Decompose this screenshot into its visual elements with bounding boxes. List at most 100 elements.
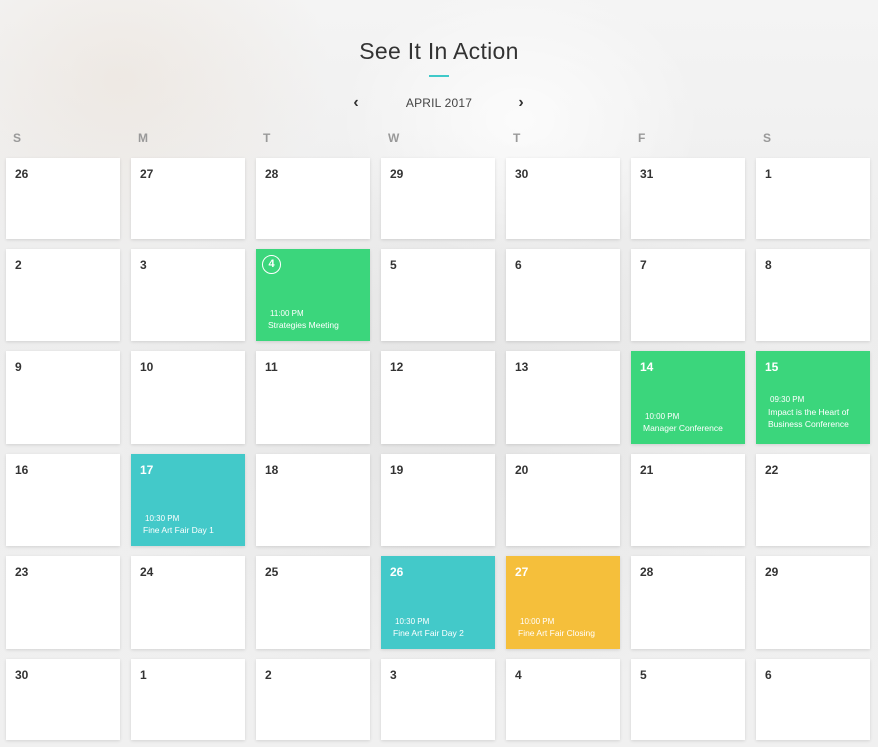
day-number: 15 (765, 360, 779, 374)
calendar-day-cell[interactable]: 16 (6, 454, 120, 546)
calendar-day-cell[interactable]: 3 (131, 249, 245, 341)
day-number: 28 (640, 565, 654, 579)
day-number: 6 (515, 258, 522, 272)
calendar-day-cell[interactable]: 1 (131, 659, 245, 740)
calendar-event-cell[interactable]: 15 09:30 PM Impact is the Heart of Busines… (756, 351, 870, 444)
event-title[interactable]: Fine Art Fair Day 1 (143, 524, 239, 536)
day-number: 28 (265, 167, 279, 181)
calendar-day-cell[interactable]: 2 (256, 659, 370, 740)
calendar-day-cell[interactable]: 26 (6, 158, 120, 239)
calendar-day-cell[interactable]: 21 (631, 454, 745, 546)
calendar-day-cell[interactable]: 29 (756, 556, 870, 649)
day-number: 31 (640, 167, 654, 181)
calendar-day-cell[interactable]: 6 (506, 249, 620, 341)
month-label: APRIL 2017 (405, 96, 473, 110)
calendar-day-cell[interactable]: 8 (756, 249, 870, 341)
calendar-day-cell[interactable]: 18 (256, 454, 370, 546)
event-title[interactable]: Fine Art Fair Day 2 (393, 627, 489, 639)
day-number: 13 (515, 360, 529, 374)
today-day-number: 4 (262, 255, 281, 274)
day-number: 23 (15, 565, 29, 579)
day-number: 18 (265, 463, 279, 477)
calendar-day-cell[interactable]: 12 (381, 351, 495, 444)
event-time: 10:00 PM (645, 412, 680, 421)
calendar-day-cell[interactable]: 30 (506, 158, 620, 239)
day-number: 25 (265, 565, 279, 579)
day-number: 29 (390, 167, 404, 181)
calendar-day-cell[interactable]: 4 (506, 659, 620, 740)
day-number: 12 (390, 360, 404, 374)
month-navigation: ‹ APRIL 2017 › (0, 94, 878, 114)
day-number: 1 (765, 167, 772, 181)
event-title[interactable]: Manager Conference (643, 422, 739, 434)
weekday-label: S (13, 131, 22, 145)
event-title[interactable]: Strategies Meeting (268, 319, 364, 331)
day-number: 26 (15, 167, 29, 181)
section-title: See It In Action (359, 38, 519, 64)
day-number: 10 (140, 360, 154, 374)
calendar-day-cell[interactable]: 29 (381, 158, 495, 239)
day-number: 30 (515, 167, 529, 181)
day-number: 2 (265, 668, 272, 682)
calendar-day-cell[interactable]: 7 (631, 249, 745, 341)
calendar-day-cell[interactable]: 22 (756, 454, 870, 546)
calendar-day-cell[interactable]: 19 (381, 454, 495, 546)
calendar-event-cell[interactable]: 14 10:00 PM Manager Conference (631, 351, 745, 444)
title-underline (429, 75, 449, 77)
calendar-day-cell[interactable]: 13 (506, 351, 620, 444)
day-number: 30 (15, 668, 29, 682)
day-number: 14 (640, 360, 654, 374)
calendar-day-cell[interactable]: 27 (131, 158, 245, 239)
event-title[interactable]: Impact is the Heart of Business Conferen… (768, 406, 864, 430)
weekday-label: W (388, 131, 400, 145)
event-time: 10:00 PM (520, 617, 555, 626)
day-number: 27 (140, 167, 154, 181)
calendar-day-cell[interactable]: 25 (256, 556, 370, 649)
calendar-day-cell[interactable]: 10 (131, 351, 245, 444)
event-time: 09:30 PM (770, 395, 805, 404)
calendar-day-cell[interactable]: 9 (6, 351, 120, 444)
day-number: 8 (765, 258, 772, 272)
calendar-day-cell[interactable]: 11 (256, 351, 370, 444)
weekday-label: T (263, 131, 271, 145)
day-number: 5 (640, 668, 647, 682)
day-number: 17 (140, 463, 154, 477)
calendar-event-cell[interactable]: 26 10:30 PM Fine Art Fair Day 2 (381, 556, 495, 649)
day-number: 22 (765, 463, 779, 477)
day-number: 2 (15, 258, 22, 272)
day-number: 21 (640, 463, 654, 477)
calendar-day-cell[interactable]: 1 (756, 158, 870, 239)
calendar-day-cell[interactable]: 24 (131, 556, 245, 649)
day-number: 16 (15, 463, 29, 477)
day-number: 29 (765, 565, 779, 579)
day-number: 24 (140, 565, 154, 579)
next-month-button[interactable]: › (514, 94, 528, 112)
calendar-day-cell[interactable]: 5 (381, 249, 495, 341)
day-number: 5 (390, 258, 397, 272)
calendar-day-cell[interactable]: 2 (6, 249, 120, 341)
day-number: 3 (140, 258, 147, 272)
calendar-day-cell[interactable]: 28 (256, 158, 370, 239)
calendar-event-cell[interactable]: 4 11:00 PM Strategies Meeting (256, 249, 370, 341)
calendar-day-cell[interactable]: 31 (631, 158, 745, 239)
calendar-day-cell[interactable]: 30 (6, 659, 120, 740)
calendar-day-cell[interactable]: 20 (506, 454, 620, 546)
weekday-label: M (138, 131, 148, 145)
calendar-day-cell[interactable]: 23 (6, 556, 120, 649)
calendar-day-cell[interactable]: 5 (631, 659, 745, 740)
day-number: 6 (765, 668, 772, 682)
day-number: 26 (390, 565, 404, 579)
day-number: 27 (515, 565, 529, 579)
calendar-day-cell[interactable]: 3 (381, 659, 495, 740)
weekday-label: T (513, 131, 521, 145)
calendar-event-cell[interactable]: 27 10:00 PM Fine Art Fair Closing (506, 556, 620, 649)
event-time: 11:00 PM (270, 309, 304, 318)
day-number: 4 (515, 668, 522, 682)
day-number: 11 (265, 360, 278, 374)
day-number: 7 (640, 258, 647, 272)
calendar-event-cell[interactable]: 17 10:30 PM Fine Art Fair Day 1 (131, 454, 245, 546)
event-title[interactable]: Fine Art Fair Closing (518, 627, 614, 639)
day-number: 9 (15, 360, 22, 374)
calendar-day-cell[interactable]: 6 (756, 659, 870, 740)
calendar-day-cell[interactable]: 28 (631, 556, 745, 649)
